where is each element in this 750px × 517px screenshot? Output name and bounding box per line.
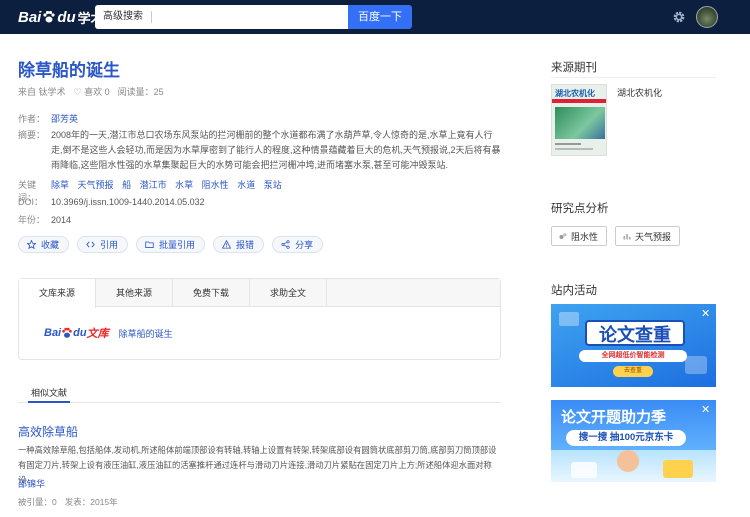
analysis-tag[interactable]: 阻水性 xyxy=(551,226,608,246)
like-button[interactable]: ♡ 喜欢 0 xyxy=(74,85,110,98)
similar-item-stats: 被引量：0 发表：2015年 xyxy=(18,496,118,508)
source-panel: 文库来源 其他来源 免费下载 求助全文 Bai du 文库 除草船的诞生 xyxy=(18,278,501,360)
cite-button[interactable]: 引用 xyxy=(77,236,129,253)
doi-row: DOI： 10.3969/j.issn.1009-1440.2014.05.03… xyxy=(18,195,205,210)
abstract-label: 摘要： xyxy=(18,130,46,140)
analysis-tags: 阻水性 天气预报 xyxy=(551,226,681,246)
abstract-text: 2008年的一天,潜江市总口农场东风泵站的拦河栅前的整个水道都布满了水葫芦草,令… xyxy=(51,130,501,170)
keyword-link[interactable]: 除草 xyxy=(51,180,69,190)
article-meta: 来自 钛学术 ♡ 喜欢 0 阅读量：25 xyxy=(18,85,164,98)
ad-title: 论文查重 xyxy=(599,325,671,345)
author-row: 作者： 邵芳英 xyxy=(18,112,78,127)
activity-heading: 站内活动 xyxy=(551,285,597,297)
keyword-link[interactable]: 阻水性 xyxy=(202,180,229,190)
share-label: 分享 xyxy=(295,240,314,250)
author-link[interactable]: 邵芳英 xyxy=(51,112,78,127)
advanced-search-link[interactable]: 高级搜索 xyxy=(95,11,152,23)
action-bar: 收藏 引用 批量引用 报错 分享 xyxy=(18,236,324,253)
code-icon xyxy=(86,241,95,248)
paw-icon xyxy=(43,10,55,23)
abstract-row: 摘要： 2008年的一天,潜江市总口农场东风泵站的拦河栅前的整个水道都布满了水葫… xyxy=(18,128,502,173)
year-label: 年份： xyxy=(18,215,46,225)
share-button[interactable]: 分享 xyxy=(272,236,324,253)
logo-text-du: du xyxy=(57,8,76,26)
search-box: 高级搜索 xyxy=(95,5,348,29)
bubble-chart-icon xyxy=(559,233,567,239)
similar-item-author[interactable]: 邵锦华 xyxy=(18,477,45,490)
analysis-tag-label: 阻水性 xyxy=(571,231,599,242)
ad-subtitle: 全网超低价智能检测 xyxy=(601,352,665,359)
analysis-tag-label: 天气预报 xyxy=(635,231,672,242)
cover-title: 湖北农机化 xyxy=(555,89,595,98)
journal-heading: 来源期刊 xyxy=(551,62,597,74)
close-icon[interactable]: ✕ xyxy=(701,307,710,320)
read-count: 阅读量：25 xyxy=(117,87,164,97)
divider xyxy=(551,77,716,78)
divider xyxy=(18,402,501,403)
tab-similar-literature[interactable]: 相似文献 xyxy=(31,386,67,399)
top-navigation-bar: Bai du 学术 高级搜索 百度一下 xyxy=(0,0,750,34)
journal-cover[interactable]: 湖北农机化 xyxy=(551,84,607,156)
cite-label: 引用 xyxy=(100,240,119,250)
favorite-label: 收藏 xyxy=(41,240,60,250)
plagiarism-check-banner[interactable]: 论文查重 全网超低价智能检测 去查重 ✕ xyxy=(551,304,716,387)
logo-text-bai: Bai xyxy=(18,8,42,26)
bar-chart-icon xyxy=(623,234,631,240)
gear-icon[interactable] xyxy=(672,10,686,24)
publish-year: 发表：2015年 xyxy=(64,497,118,507)
ad-title: 论文开题助力季 xyxy=(561,409,667,426)
wenku-logo-du: du xyxy=(73,327,87,339)
batch-cite-button[interactable]: 批量引用 xyxy=(136,236,206,253)
batch-cite-label: 批量引用 xyxy=(159,240,196,250)
tab-free-download[interactable]: 免费下载 xyxy=(173,279,250,306)
year-value: 2014 xyxy=(51,215,72,225)
doi-value: 10.3969/j.issn.1009-1440.2014.05.032 xyxy=(51,197,205,207)
ad-subtitle: 搜一搜 抽100元京东卡 xyxy=(578,432,674,443)
doi-label: DOI： xyxy=(18,197,44,207)
keyword-link[interactable]: 潜江市 xyxy=(140,180,167,190)
source-from: 来自 钛学术 xyxy=(18,87,66,97)
source-title-link[interactable]: 除草船的诞生 xyxy=(119,327,173,340)
report-error-button[interactable]: 报错 xyxy=(213,236,265,253)
tab-request-fulltext[interactable]: 求助全文 xyxy=(250,279,327,306)
keyword-link[interactable]: 泵站 xyxy=(264,180,282,190)
report-error-label: 报错 xyxy=(236,240,255,250)
source-tabs: 文库来源 其他来源 免费下载 求助全文 xyxy=(19,279,500,308)
active-tab-underline xyxy=(28,401,70,403)
similar-item-abstract: 一种高效除草船,包括船体,发动机,所述船体前端顶部设有转轴,转轴上设置有转架,转… xyxy=(18,445,497,485)
tab-other-source[interactable]: 其他来源 xyxy=(96,279,173,306)
keyword-link[interactable]: 水草 xyxy=(175,180,193,190)
journal-name-link[interactable]: 湖北农机化 xyxy=(617,86,662,99)
folder-icon xyxy=(145,241,154,248)
keyword-link[interactable]: 船 xyxy=(122,180,131,190)
search-button[interactable]: 百度一下 xyxy=(348,5,412,29)
year-row: 年份： 2014 xyxy=(18,213,71,228)
similar-item-title[interactable]: 高效除草船 xyxy=(18,423,78,440)
baidu-wenku-logo[interactable]: Bai du 文库 xyxy=(44,325,109,341)
warning-icon xyxy=(222,240,232,249)
paw-icon xyxy=(62,327,72,338)
analysis-heading: 研究点分析 xyxy=(551,203,609,215)
search-input[interactable] xyxy=(152,7,348,27)
wenku-logo-bai: Bai xyxy=(44,327,62,339)
article-title: 除草船的诞生 xyxy=(18,61,120,80)
star-icon xyxy=(27,240,36,249)
author-label: 作者： xyxy=(18,114,46,124)
close-icon[interactable]: ✕ xyxy=(701,403,710,416)
wenku-logo-text: 文库 xyxy=(86,328,109,340)
user-avatar[interactable] xyxy=(696,6,718,28)
share-icon xyxy=(281,240,290,249)
keyword-link[interactable]: 水道 xyxy=(237,180,255,190)
cited-count: 被引量：0 xyxy=(18,497,57,507)
source-entry: Bai du 文库 除草船的诞生 xyxy=(19,307,500,341)
favorite-button[interactable]: 收藏 xyxy=(18,236,70,253)
analysis-tag[interactable]: 天气预报 xyxy=(615,226,681,246)
keyword-link[interactable]: 天气预报 xyxy=(78,180,114,190)
proposal-season-banner[interactable]: 论文开题助力季 搜一搜 抽100元京东卡 ✕ xyxy=(551,400,716,482)
ad-check-button[interactable]: 去查重 xyxy=(613,366,653,377)
tab-library-source[interactable]: 文库来源 xyxy=(19,279,96,308)
baidu-xueshu-logo[interactable]: Bai du 学术 xyxy=(18,7,104,27)
